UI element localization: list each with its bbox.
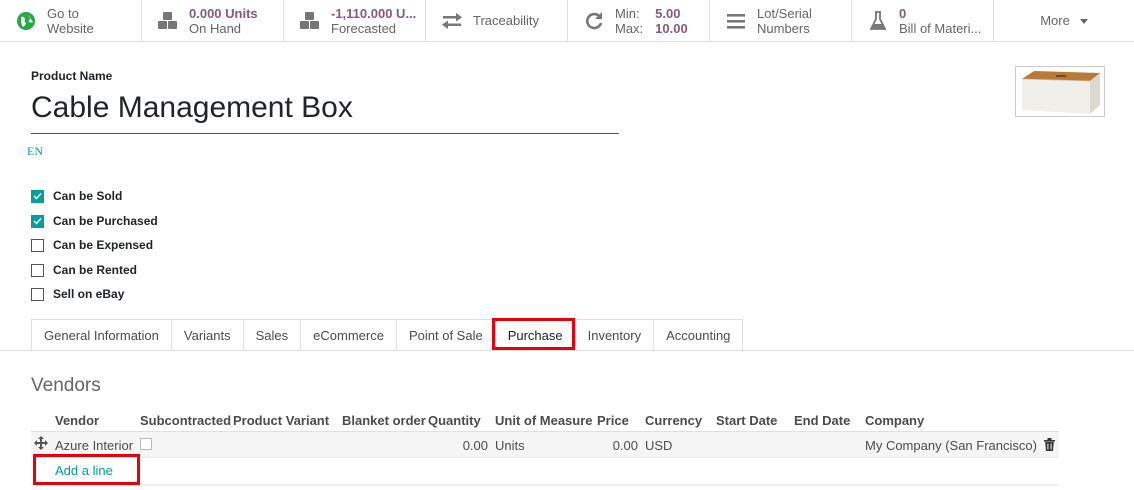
more-label: More [1040,13,1070,28]
sell-on-ebay-label: Sell on eBay [53,287,125,301]
on-hand-value: 0.000 Units [189,5,258,21]
vendor-cell[interactable]: Azure Interior [55,438,133,453]
sell-on-ebay-checkbox[interactable] [31,287,44,301]
on-hand-label: On Hand [189,20,242,36]
uom-cell[interactable]: Units [495,438,525,453]
col-end-date[interactable]: End Date [794,413,850,428]
tab-variants[interactable]: Variants [170,319,243,351]
vendors-section-title: Vendors [31,375,101,396]
can-be-sold-label: Can be Sold [53,189,123,203]
col-start-date[interactable]: Start Date [716,413,777,428]
can-be-purchased-checkbox[interactable] [31,214,44,228]
tab-general-information[interactable]: General Information [31,319,171,351]
smart-button-bar: Go to Website 0.000 Units On Hand -1,110.0… [0,0,1134,42]
min-label: Min: [615,5,640,21]
go-to-website-button[interactable]: Go to Website [0,0,142,41]
tab-ecommerce[interactable]: eCommerce [300,319,396,351]
currency-cell[interactable]: USD [645,438,672,453]
bars-icon [725,10,747,32]
can-be-expensed-checkbox[interactable] [31,238,44,252]
table-footer [31,484,1059,486]
can-be-sold-option[interactable]: Can be Sold [31,189,122,203]
lot-serial-line1: Lot/Serial [757,5,812,21]
col-quantity[interactable]: Quantity [428,413,481,428]
trash-icon[interactable] [1044,438,1055,454]
company-cell[interactable]: My Company (San Francisco) [865,438,1037,453]
can-be-rented-label: Can be Rented [53,263,138,277]
forecasted-button[interactable]: -1,110.000 U... Forecasted [284,0,426,41]
vendors-table: Vendor Subcontracted Product Variant Bla… [31,408,1059,486]
subcontracted-checkbox[interactable] [140,438,152,450]
on-hand-button[interactable]: 0.000 Units On Hand [142,0,284,41]
can-be-sold-checkbox[interactable] [31,189,44,203]
product-name-field[interactable]: Cable Management Box [31,90,619,134]
col-vendor[interactable]: Vendor [55,413,99,428]
bom-label: Bill of Materi... [899,20,982,36]
drag-handle-icon[interactable] [34,436,48,453]
notebook-tabs: General Information Variants Sales eComm… [31,319,744,351]
exchange-icon [441,10,463,32]
min-value: 5.00 [655,5,681,21]
add-line-row: Add a line [31,458,1059,484]
traceability-button[interactable]: Traceability [426,0,568,41]
bom-value: 0 [899,5,907,21]
can-be-rented-option[interactable]: Can be Rented [31,263,137,277]
cubes-icon [157,10,179,32]
col-product-variant[interactable]: Product Variant [233,413,329,428]
tab-inventory[interactable]: Inventory [574,319,654,351]
col-subcontracted[interactable]: Subcontracted [140,413,231,428]
language-button[interactable]: EN [27,144,43,159]
globe-icon [15,10,37,32]
col-blanket-order[interactable]: Blanket order [342,413,426,428]
col-company[interactable]: Company [865,413,924,428]
forecasted-label: Forecasted [331,20,397,36]
website-line2: Website [47,20,94,36]
tab-accounting[interactable]: Accounting [653,319,744,351]
max-value: 10.00 [655,20,688,36]
lot-serial-line2: Numbers [757,20,810,36]
quantity-cell[interactable]: 0.00 [463,438,488,453]
flask-icon [867,10,889,32]
col-unit-of-measure[interactable]: Unit of Measure [495,413,593,428]
tab-purchase[interactable]: Purchase [494,319,575,351]
can-be-purchased-option[interactable]: Can be Purchased [31,214,158,228]
price-cell[interactable]: 0.00 [613,438,638,453]
lot-serial-button[interactable]: Lot/Serial Numbers [710,0,852,41]
col-price[interactable]: Price [597,413,629,428]
tab-sales[interactable]: Sales [242,319,301,351]
forecasted-value: -1,110.000 U... [331,5,417,21]
can-be-rented-checkbox[interactable] [31,263,44,277]
sell-on-ebay-option[interactable]: Sell on eBay [31,287,124,301]
product-name-label: Product Name [31,69,113,83]
product-image[interactable] [1015,66,1105,117]
traceability-label: Traceability [473,13,539,28]
reordering-rules-button[interactable]: Min: 5.00 Max: 10.00 [568,0,710,41]
table-row[interactable]: Azure Interior 0.00 Units 0.00 USD My Co… [31,432,1059,458]
add-a-line-link[interactable]: Add a line [55,463,113,478]
col-currency[interactable]: Currency [645,413,702,428]
can-be-expensed-option[interactable]: Can be Expensed [31,238,153,252]
cubes-icon [299,10,321,32]
tab-point-of-sale[interactable]: Point of Sale [395,319,495,351]
vendors-table-header: Vendor Subcontracted Product Variant Bla… [31,408,1059,432]
website-line1: Go to [47,5,79,21]
caret-down-icon [1079,19,1088,24]
more-button[interactable]: More [994,0,1134,41]
can-be-expensed-label: Can be Expensed [53,238,154,252]
can-be-purchased-label: Can be Purchased [53,214,158,228]
max-label: Max: [615,20,644,36]
bill-of-materials-button[interactable]: 0 Bill of Materi... [852,0,994,41]
refresh-icon [583,10,605,32]
